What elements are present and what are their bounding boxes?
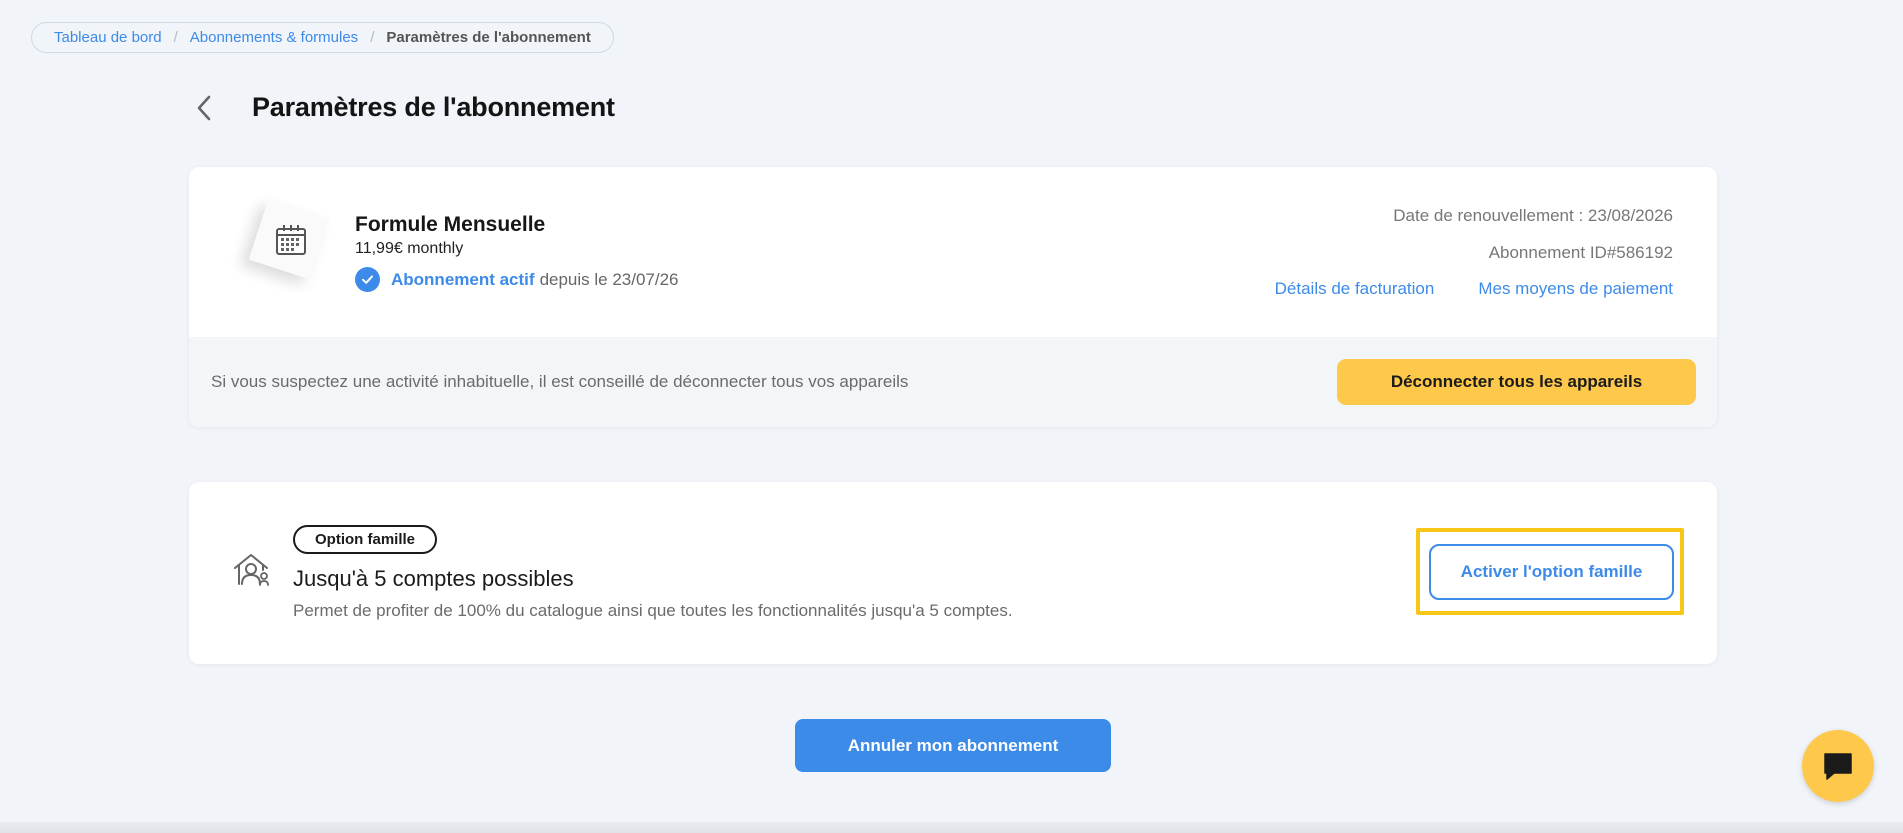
breadcrumb-separator: /: [370, 29, 375, 46]
back-button[interactable]: [192, 92, 216, 124]
family-house-icon: [234, 554, 269, 586]
calendar-icon: [276, 225, 306, 255]
security-notice: Si vous suspectez une activité inhabitue…: [189, 337, 1717, 427]
page-title: Paramètres de l'abonnement: [252, 92, 615, 122]
chat-button[interactable]: [1802, 730, 1874, 802]
bottom-shade: [0, 822, 1903, 833]
subscription-id: Abonnement ID#586192: [1488, 243, 1673, 262]
family-option-card: Option famille Jusqu'à 5 comptes possibl…: [189, 482, 1717, 664]
page: Tableau de bord / Abonnements & formules…: [0, 0, 1903, 833]
renewal-date: Date de renouvellement : 23/08/2026: [1393, 206, 1673, 225]
family-option-description: Permet de profiter de 100% du catalogue …: [293, 601, 1013, 620]
status-active-label: Abonnement actif: [391, 269, 535, 289]
cancel-subscription-button[interactable]: Annuler mon abonnement: [795, 719, 1111, 772]
breadcrumb-separator: /: [173, 29, 178, 46]
chevron-left-icon: [197, 95, 211, 121]
status-since: depuis le 23/07/26: [539, 269, 679, 289]
family-option-badge: Option famille: [293, 525, 438, 554]
subscription-card: Formule Mensuelle 11,99€ monthly Abonnem…: [189, 167, 1717, 427]
family-option-title: Jusqu'à 5 comptes possibles: [293, 566, 574, 591]
subscription-links: Détails de facturation Mes moyens de pai…: [1275, 279, 1673, 299]
billing-details-link[interactable]: Détails de facturation: [1275, 279, 1435, 299]
security-warning-text: Si vous suspectez une activité inhabitue…: [211, 372, 909, 391]
subscription-summary: Formule Mensuelle 11,99€ monthly Abonnem…: [189, 167, 1717, 337]
plan-name: Formule Mensuelle: [355, 213, 546, 236]
breadcrumb-current: Paramètres de l'abonnement: [386, 29, 591, 46]
activate-family-option-button[interactable]: Activer l'option famille: [1429, 544, 1674, 600]
breadcrumb-subscriptions[interactable]: Abonnements & formules: [190, 29, 358, 46]
breadcrumb-dashboard[interactable]: Tableau de bord: [54, 29, 162, 46]
plan-price: 11,99€ monthly: [355, 240, 464, 257]
check-circle-icon: [355, 267, 380, 292]
disconnect-all-devices-button[interactable]: Déconnecter tous les appareils: [1337, 359, 1696, 405]
breadcrumb: Tableau de bord / Abonnements & formules…: [31, 22, 614, 53]
subscription-status: Abonnement actif depuis le 23/07/26: [355, 267, 679, 292]
payment-methods-link[interactable]: Mes moyens de paiement: [1478, 279, 1673, 299]
chat-bubble-icon: [1824, 753, 1852, 780]
